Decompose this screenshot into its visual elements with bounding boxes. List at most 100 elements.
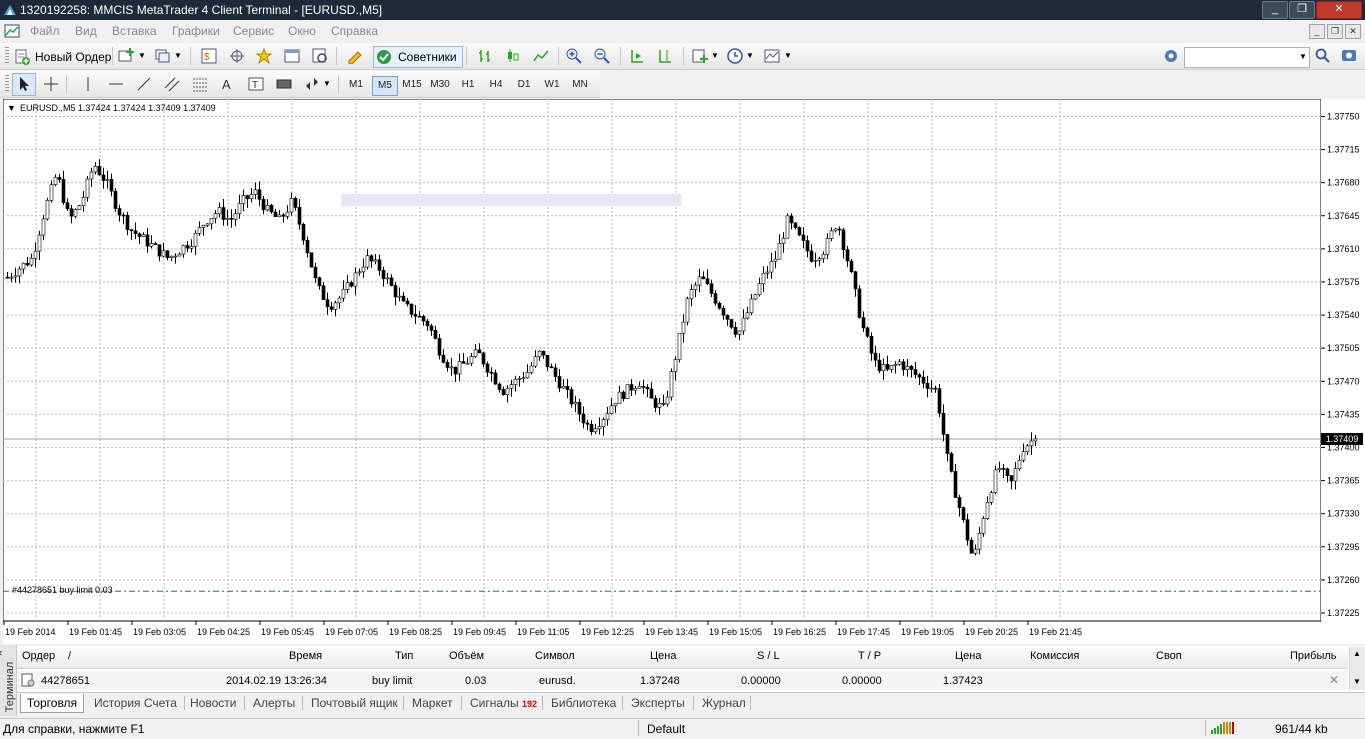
tab-alerts[interactable]: Алерты — [253, 694, 295, 712]
templates-icon[interactable] — [764, 48, 780, 64]
chevron-down-icon[interactable]: ▼ — [746, 51, 754, 60]
bar-chart-icon[interactable] — [477, 48, 493, 64]
timeframe-d1-button[interactable]: D1 — [512, 76, 536, 94]
menu-file[interactable]: Файл — [30, 24, 60, 38]
market-watch-icon[interactable]: $ — [201, 48, 217, 64]
tab-journal[interactable]: Журнал — [702, 694, 746, 712]
timeframe-m1-button[interactable]: M1 — [344, 76, 368, 94]
auto-scroll-icon[interactable] — [629, 48, 645, 64]
menu-window[interactable]: Окно — [288, 24, 316, 38]
mdi-restore-button[interactable]: ❐ — [1327, 24, 1343, 39]
cursor-tool-button[interactable] — [12, 73, 36, 96]
timeframe-m15-button[interactable]: M15 — [400, 76, 424, 94]
menu-tools[interactable]: Сервис — [233, 24, 274, 38]
candle-body — [1001, 468, 1006, 470]
terminal-close-icon[interactable]: ✕ — [0, 649, 3, 658]
metaeditor-icon[interactable] — [347, 48, 363, 64]
timeframe-w1-button[interactable]: W1 — [540, 76, 564, 94]
mdi-minimize-button[interactable]: _ — [1309, 24, 1325, 39]
connection-bars-icon[interactable] — [1211, 722, 1235, 734]
chevron-down-icon[interactable]: ▼ — [1299, 52, 1307, 61]
horizontal-line-icon[interactable] — [108, 76, 124, 92]
tab-signals[interactable]: Сигналы 192 — [470, 694, 537, 712]
tab-experts[interactable]: Эксперты — [631, 694, 685, 712]
periods-clock-icon[interactable] — [727, 48, 743, 64]
col-tp[interactable]: T / P — [858, 650, 881, 662]
col-type[interactable]: Тип — [395, 650, 413, 662]
profiles-icon[interactable] — [155, 48, 171, 64]
vertical-line-icon[interactable] — [80, 76, 96, 92]
chevron-down-icon[interactable]: ▼ — [138, 51, 146, 60]
collapse-triangle-icon[interactable]: ▼ — [7, 103, 16, 113]
tab-library[interactable]: Библиотека — [551, 694, 616, 712]
chart-shift-icon[interactable] — [657, 48, 673, 64]
terminal-scrollbar[interactable]: ▲ ▼ — [1349, 647, 1365, 690]
trendline-icon[interactable] — [136, 76, 152, 92]
fibonacci-icon[interactable] — [192, 76, 208, 92]
rectangle-shape-icon[interactable] — [276, 76, 292, 92]
col-sl[interactable]: S / L — [757, 650, 780, 662]
menu-help[interactable]: Справка — [331, 24, 378, 38]
new-order-button[interactable]: Новый Ордер — [11, 46, 113, 68]
close-window-button[interactable]: ✕ — [1316, 1, 1362, 19]
table-row[interactable] — [17, 671, 1348, 690]
timeframe-h4-button[interactable]: H4 — [484, 76, 508, 94]
row-order: 44278651 — [41, 675, 90, 687]
col-volume[interactable]: Объём — [449, 650, 484, 662]
tab-account-history[interactable]: История Счета — [94, 694, 177, 712]
timeframe-m5-button[interactable]: M5 — [372, 76, 398, 96]
community-icon[interactable] — [1341, 48, 1357, 64]
chart-canvas[interactable]: 1.37750 1.37715 1.37680 1.37645 1.37610 1.375… — [3, 99, 1365, 644]
new-chart-icon[interactable] — [118, 48, 134, 64]
search-icon[interactable] — [1315, 48, 1331, 64]
chevron-down-icon[interactable]: ▼ — [323, 79, 331, 88]
zoom-in-icon[interactable] — [566, 48, 582, 64]
candlestick-chart-icon[interactable] — [505, 48, 521, 64]
equidistant-channel-icon[interactable] — [164, 76, 180, 92]
settings-gear-icon[interactable] — [1163, 48, 1179, 64]
col-swap[interactable]: Своп — [1156, 650, 1182, 662]
crosshair-icon[interactable] — [43, 76, 59, 92]
chevron-down-icon[interactable]: ▼ — [174, 51, 182, 60]
text-tool-icon[interactable]: A — [222, 77, 231, 92]
menu-view[interactable]: Вид — [75, 24, 97, 38]
zoom-out-icon[interactable] — [594, 48, 610, 64]
mdi-close-button[interactable]: ✕ — [1345, 24, 1361, 39]
tab-news[interactable]: Новости — [190, 694, 236, 712]
line-chart-icon[interactable] — [533, 48, 549, 64]
chevron-down-icon[interactable]: ▼ — [711, 51, 719, 60]
delete-order-icon[interactable]: ✕ — [1329, 673, 1339, 687]
timeframe-h1-button[interactable]: H1 — [456, 76, 480, 94]
col-order[interactable]: Ордер — [22, 650, 55, 662]
chevron-down-icon[interactable]: ▼ — [784, 51, 792, 60]
text-label-icon[interactable]: T — [248, 76, 264, 92]
indicators-icon[interactable] — [692, 48, 708, 64]
strategy-tester-icon[interactable] — [312, 48, 328, 64]
col-time[interactable]: Время — [289, 650, 322, 662]
tab-mailbox[interactable]: Почтовый ящик — [311, 694, 398, 712]
maximize-button[interactable]: ❐ — [1289, 1, 1315, 19]
menu-insert[interactable]: Вставка — [112, 24, 157, 38]
navigator-icon[interactable] — [256, 48, 272, 64]
data-window-icon[interactable] — [229, 48, 245, 64]
timeframe-mn-button[interactable]: MN — [568, 76, 592, 94]
candle-body — [177, 253, 182, 257]
scroll-up-icon[interactable]: ▲ — [1353, 649, 1361, 658]
col-symbol[interactable]: Символ — [535, 650, 575, 662]
timeframe-m30-button[interactable]: M30 — [428, 76, 452, 94]
terminal-icon[interactable] — [284, 48, 300, 64]
minimize-button[interactable]: _ — [1262, 1, 1288, 19]
price-chart[interactable]: 1.37750 1.37715 1.37680 1.37645 1.37610 1.375… — [3, 99, 1365, 644]
search-input[interactable] — [1184, 47, 1310, 68]
menu-charts[interactable]: Графики — [172, 24, 220, 38]
col-price[interactable]: Цена — [650, 650, 676, 662]
arrows-icon[interactable] — [304, 76, 320, 92]
col-current-price[interactable]: Цена — [955, 650, 981, 662]
col-commission[interactable]: Комиссия — [1030, 650, 1079, 662]
col-profit[interactable]: Прибыль — [1290, 650, 1337, 662]
scroll-down-icon[interactable]: ▼ — [1353, 677, 1361, 686]
tab-market[interactable]: Маркет — [412, 694, 453, 712]
experts-toggle-button[interactable]: Советники — [373, 46, 463, 68]
tab-trade[interactable]: Торговля — [20, 694, 84, 713]
candle-body — [733, 327, 738, 335]
